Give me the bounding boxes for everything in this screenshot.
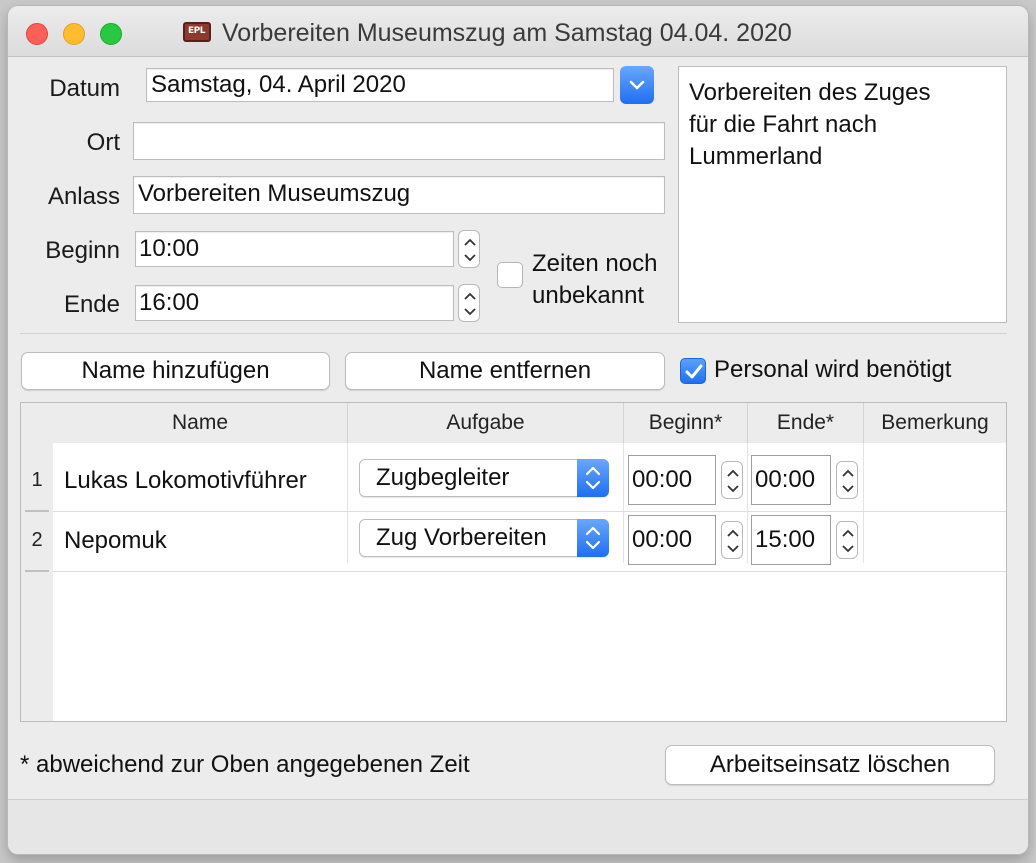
- up-down-arrows-icon: [727, 469, 739, 493]
- cell-beginn-input[interactable]: 00:00: [628, 515, 716, 565]
- up-down-arrows-icon: [585, 466, 601, 490]
- beginn-stepper[interactable]: [458, 230, 480, 268]
- beginn-label: Beginn: [45, 237, 120, 264]
- separator: [20, 333, 1007, 334]
- notes-textarea[interactable]: Vorbereiten des Zuges für die Fahrt nach…: [678, 66, 1007, 323]
- cell-name[interactable]: Nepomuk: [64, 527, 167, 555]
- cell-beginn-input[interactable]: 00:00: [628, 455, 716, 505]
- aufgabe-dropdown[interactable]: Zug Vorbereiten: [359, 519, 609, 557]
- delete-work-assignment-button[interactable]: Arbeitseinsatz löschen: [665, 745, 995, 785]
- column-header-name[interactable]: Name: [53, 403, 348, 443]
- aufgabe-value: Zugbegleiter: [376, 464, 510, 491]
- column-header-ende[interactable]: Ende*: [748, 403, 864, 443]
- add-name-button[interactable]: Name hinzufügen: [21, 352, 330, 390]
- column-header-beginn[interactable]: Beginn*: [624, 403, 748, 443]
- status-bar: [8, 799, 1028, 854]
- cell-ende-stepper[interactable]: [836, 461, 858, 499]
- notes-line: Vorbereiten des Zuges: [689, 79, 931, 106]
- title-bar: EPL Vorbereiten Museumszug am Samstag 04…: [8, 6, 1028, 57]
- anlass-label: Anlass: [47, 183, 120, 210]
- datum-date-field[interactable]: Samstag, 04. April 2020: [146, 68, 614, 102]
- cell-ende-input[interactable]: 00:00: [751, 455, 831, 505]
- minimize-window-button[interactable]: [63, 23, 85, 45]
- close-window-button[interactable]: [26, 23, 48, 45]
- row-divider: [53, 511, 1006, 512]
- row-number: 1: [31, 469, 43, 491]
- up-down-arrows-icon: [464, 238, 476, 262]
- row-resize-handle[interactable]: [25, 510, 49, 512]
- app-logo-icon: EPL: [183, 22, 211, 42]
- zeiten-unbekannt-label: Zeiten noch unbekannt: [532, 248, 657, 312]
- window-title: Vorbereiten Museumszug am Samstag 04.04.…: [222, 19, 792, 47]
- aufgabe-dropdown[interactable]: Zugbegleiter: [359, 459, 609, 497]
- row-header-column: [21, 403, 53, 721]
- ende-time-input[interactable]: 16:00: [135, 285, 454, 321]
- column-divider: [747, 443, 748, 563]
- zoom-window-button[interactable]: [100, 23, 122, 45]
- column-divider: [863, 443, 864, 563]
- row-divider: [53, 571, 1006, 572]
- up-down-arrows-icon: [842, 529, 854, 553]
- personnel-table: Name Aufgabe Beginn* Ende* Bemerkung 1 L…: [20, 402, 1007, 722]
- zeiten-label-line-1: Zeiten noch: [532, 250, 658, 277]
- row-number: 2: [31, 529, 43, 551]
- footnote-text: * abweichend zur Oben angegebenen Zeit: [20, 751, 470, 778]
- datum-dropdown-button[interactable]: [620, 66, 654, 104]
- beginn-time-input[interactable]: 10:00: [135, 231, 454, 267]
- notes-line: Lummerland: [689, 143, 823, 170]
- cell-beginn-stepper[interactable]: [721, 461, 743, 499]
- cell-beginn-stepper[interactable]: [721, 521, 743, 559]
- up-down-arrows-icon: [585, 526, 601, 550]
- dropdown-arrow: [577, 459, 609, 497]
- anlass-input[interactable]: Vorbereiten Museumszug: [133, 176, 665, 214]
- zeiten-label-line-2: unbekannt: [532, 282, 645, 309]
- notes-line: für die Fahrt nach: [689, 111, 878, 138]
- cell-ende-stepper[interactable]: [836, 521, 858, 559]
- personal-checkbox[interactable]: [680, 358, 706, 384]
- row-resize-handle[interactable]: [25, 570, 49, 572]
- up-down-arrows-icon: [727, 529, 739, 553]
- column-header-bemerkung[interactable]: Bemerkung: [864, 403, 1006, 443]
- ort-input[interactable]: [133, 122, 665, 160]
- ende-label: Ende: [63, 291, 120, 318]
- ende-stepper[interactable]: [458, 284, 480, 322]
- ort-label: Ort: [86, 129, 120, 156]
- up-down-arrows-icon: [842, 469, 854, 493]
- checkmark-icon: [685, 364, 703, 379]
- up-down-arrows-icon: [464, 292, 476, 316]
- remove-name-button[interactable]: Name entfernen: [345, 352, 665, 390]
- column-header-aufgabe[interactable]: Aufgabe: [348, 403, 624, 443]
- personal-label: Personal wird benötigt: [714, 356, 952, 383]
- zeiten-unbekannt-checkbox[interactable]: [497, 262, 523, 288]
- cell-name[interactable]: Lukas Lokomotivführer: [64, 467, 307, 495]
- column-divider: [347, 443, 348, 563]
- aufgabe-value: Zug Vorbereiten: [376, 524, 547, 551]
- datum-label: Datum: [49, 75, 120, 102]
- cell-ende-input[interactable]: 15:00: [751, 515, 831, 565]
- chevron-down-icon: [629, 80, 645, 90]
- dialog-window: EPL Vorbereiten Museumszug am Samstag 04…: [8, 6, 1028, 854]
- column-divider: [623, 443, 624, 563]
- dropdown-arrow: [577, 519, 609, 557]
